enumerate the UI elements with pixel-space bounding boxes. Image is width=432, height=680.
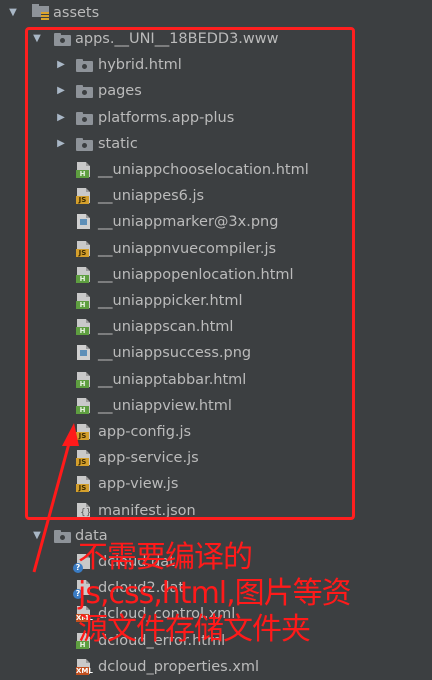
annotation-text: 不需要编译的 js,css,html,图片等资 源文件存储文件夹 <box>78 540 432 648</box>
annotation-line-3: 源文件存储文件夹 <box>78 612 311 647</box>
annotation-line-2: js,css,html,图片等资 <box>78 576 352 611</box>
annotation-line-1: 不需要编译的 <box>78 540 253 575</box>
